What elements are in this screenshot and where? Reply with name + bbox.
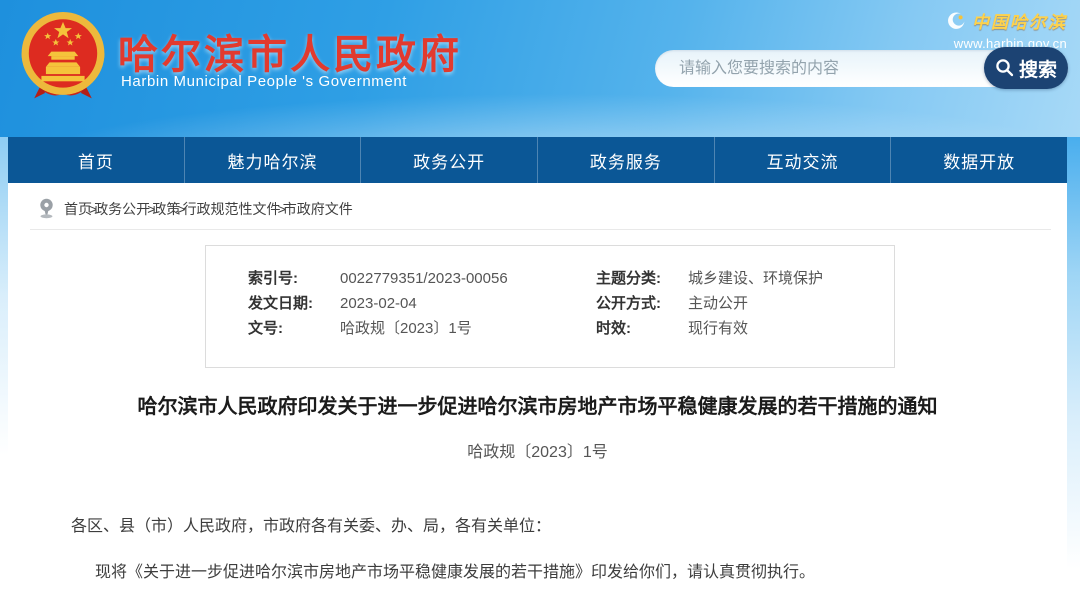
site-title: 哈尔滨市人民政府 [118,22,462,80]
breadcrumb-item-home[interactable]: 首页 [64,201,92,217]
meta-label: 发文日期: [248,291,340,316]
meta-value: 主动公开 [688,291,748,316]
nav-item-home[interactable]: 首页 [8,137,184,183]
search-icon [995,58,1015,78]
nav-item-gov-disclosure[interactable]: 政务公开 [360,137,537,183]
meta-row-topic-category: 主题分类: 城乡建设、环境保护 [596,266,894,291]
site-header: 哈尔滨市人民政府 Harbin Municipal People 's Gove… [0,0,1080,137]
search-button-label: 搜索 [1019,55,1057,82]
meta-label: 主题分类: [596,266,688,291]
breadcrumb-divider [30,229,1051,230]
breadcrumb-item-disclosure[interactable]: 政务公开 [94,201,150,217]
breadcrumb: 首页>政务公开>政策>行政规范性文件>市政府文件 [8,183,1067,229]
article-doc-number: 哈政规〔2023〕1号 [8,438,1067,462]
meta-value: 0022779351/2023-00056 [340,266,508,291]
nav-item-interaction[interactable]: 互动交流 [714,137,891,183]
main-nav: 首页 魅力哈尔滨 政务公开 政务服务 互动交流 数据开放 [8,137,1067,183]
nav-item-gov-services[interactable]: 政务服务 [537,137,714,183]
meta-row-issue-date: 发文日期: 2023-02-04 [248,291,596,316]
breadcrumb-item-municipal-docs[interactable]: 市政府文件 [283,201,353,217]
article-salutation: 各区、县（市）人民政府，市政府各有关委、办、局，各有关单位： [8,515,1067,539]
meta-row-index-number: 索引号: 0022779351/2023-00056 [248,266,596,291]
meta-row-disclosure-method: 公开方式: 主动公开 [596,291,894,316]
national-emblem-icon [18,9,108,105]
main-content: 首页>政务公开>政策>行政规范性文件>市政府文件 索引号: 0022779351… [8,183,1067,592]
document-meta-box: 索引号: 0022779351/2023-00056 发文日期: 2023-02… [205,245,895,368]
meta-label: 公开方式: [596,291,688,316]
left-background-strip [0,137,8,592]
meta-value: 哈政规〔2023〕1号 [340,316,472,341]
article-title: 哈尔滨市人民政府印发关于进一步促进哈尔滨市房地产市场平稳健康发展的若干措施的通知 [8,394,1067,421]
nav-item-open-data[interactable]: 数据开放 [890,137,1067,183]
breadcrumb-item-normative-docs[interactable]: 行政规范性文件 [183,201,281,217]
meta-row-doc-number: 文号: 哈政规〔2023〕1号 [248,316,596,341]
search-button[interactable]: 搜索 [984,47,1068,89]
meta-label: 索引号: [248,266,340,291]
brand-name[interactable]: 中国哈尔滨 [972,8,1067,33]
brand-block: 中国哈尔滨 www.harbin.gov.cn [947,8,1067,51]
site-subtitle-en: Harbin Municipal People 's Government [121,73,407,90]
nav-item-charming-harbin[interactable]: 魅力哈尔滨 [184,137,361,183]
meta-label: 文号: [248,316,340,341]
location-pin-icon [38,198,55,219]
meta-value: 现行有效 [688,316,748,341]
article-body-paragraph: 现将《关于进一步促进哈尔滨市房地产市场平稳健康发展的若干措施》印发给你们，请认真… [8,561,1067,585]
meta-value: 城乡建设、环境保护 [688,266,823,291]
meta-row-validity: 时效: 现行有效 [596,316,894,341]
meta-value: 2023-02-04 [340,291,417,316]
harbin-flower-icon [947,11,967,31]
meta-label: 时效: [596,316,688,341]
search-bar: 搜索 [655,47,1068,89]
scrollbar[interactable] [1067,137,1080,592]
